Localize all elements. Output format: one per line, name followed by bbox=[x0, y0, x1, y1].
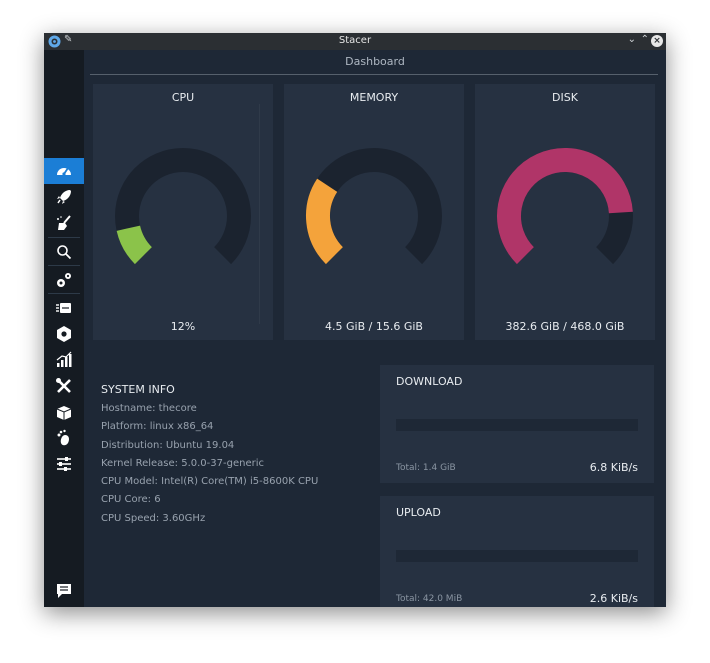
download-speed: 6.8 KiB/s bbox=[589, 461, 638, 474]
title-divider bbox=[90, 74, 658, 75]
sidebar-item-processes[interactable] bbox=[44, 295, 84, 321]
sidebar-item-startup-apps[interactable] bbox=[44, 184, 84, 210]
cpu-model-text: CPU Model: Intel(R) Core(TM) i5-8600K CP… bbox=[101, 476, 319, 488]
package-icon bbox=[57, 326, 71, 342]
upload-card: UPLOAD Total: 42.0 MiB 2.6 KiB/s bbox=[380, 496, 654, 607]
upload-title: UPLOAD bbox=[396, 506, 441, 519]
upload-speed: 2.6 KiB/s bbox=[589, 592, 638, 605]
speedometer-icon bbox=[57, 167, 71, 176]
sidebar-item-helpers[interactable] bbox=[44, 373, 84, 399]
processes-icon bbox=[56, 303, 71, 313]
cpu-card: CPU 12% bbox=[93, 84, 273, 340]
sidebar-separator bbox=[48, 265, 80, 266]
rocket-icon bbox=[57, 190, 71, 204]
minimize-icon[interactable]: ⌄ bbox=[628, 34, 636, 45]
title-bar[interactable]: ✎ Stacer ⌄ ⌃ × bbox=[44, 33, 666, 50]
sidebar bbox=[44, 50, 84, 607]
disk-card: DISK 382.6 GiB / 468.0 GiB bbox=[475, 84, 655, 340]
disk-value: 382.6 GiB / 468.0 GiB bbox=[505, 320, 625, 333]
feedback-icon bbox=[57, 584, 71, 598]
sidebar-item-search[interactable] bbox=[44, 239, 84, 265]
cpu-title: CPU bbox=[171, 91, 195, 104]
box-icon bbox=[56, 406, 72, 420]
upload-chart bbox=[396, 550, 638, 562]
sidebar-item-system-cleaner[interactable] bbox=[44, 210, 84, 236]
sidebar-item-gnome-settings[interactable] bbox=[44, 425, 84, 451]
system-info: SYSTEM INFO Hostname: thecore Platform: … bbox=[101, 383, 318, 528]
cpu-value: 12% bbox=[170, 320, 196, 333]
sidebar-separator bbox=[48, 293, 80, 294]
sidebar-item-settings[interactable] bbox=[44, 451, 84, 477]
sidebar-item-apt-repository[interactable] bbox=[44, 399, 84, 425]
app-window: ✎ Stacer ⌄ ⌃ × Dashboard CPU 12% MEMORY … bbox=[44, 33, 666, 607]
cpu-speed-text: CPU Speed: 3.60GHz bbox=[101, 512, 206, 524]
tools-icon bbox=[56, 378, 71, 393]
window-title: Stacer bbox=[338, 35, 372, 46]
close-icon[interactable]: × bbox=[651, 35, 663, 47]
cpu-core-text: CPU Core: 6 bbox=[101, 494, 161, 506]
memory-title: MEMORY bbox=[349, 91, 399, 104]
platform-text: Platform: linux x86_64 bbox=[101, 421, 214, 433]
download-total: Total: 1.4 GiB bbox=[396, 463, 456, 473]
download-title: DOWNLOAD bbox=[396, 375, 463, 388]
sidebar-item-resources[interactable] bbox=[44, 347, 84, 373]
page-title: Dashboard bbox=[345, 55, 405, 68]
disk-gauge bbox=[497, 148, 633, 265]
gears-icon bbox=[57, 273, 71, 287]
download-chart bbox=[396, 419, 638, 431]
search-icon bbox=[57, 245, 72, 260]
chart-icon bbox=[56, 351, 72, 367]
sidebar-item-dashboard[interactable] bbox=[44, 158, 84, 184]
sidebar-item-services[interactable] bbox=[44, 267, 84, 293]
upload-total: Total: 42.0 MiB bbox=[396, 594, 463, 604]
dashboard-content: Dashboard CPU 12% MEMORY 4.5 GiB / 15.6 … bbox=[84, 50, 666, 607]
distribution-text: Distribution: Ubuntu 19.04 bbox=[101, 439, 235, 451]
sidebar-separator bbox=[48, 237, 80, 238]
cpu-scrollbar[interactable] bbox=[259, 104, 260, 324]
disk-title: DISK bbox=[552, 91, 578, 104]
memory-value: 4.5 GiB / 15.6 GiB bbox=[325, 320, 423, 333]
download-card: DOWNLOAD Total: 1.4 GiB 6.8 KiB/s bbox=[380, 365, 654, 483]
memory-card: MEMORY 4.5 GiB / 15.6 GiB bbox=[284, 84, 464, 340]
gnome-foot-icon bbox=[57, 429, 69, 446]
sliders-icon bbox=[57, 457, 71, 471]
cpu-gauge bbox=[115, 148, 251, 265]
gauge-fill bbox=[306, 178, 344, 265]
maximize-icon[interactable]: ⌃ bbox=[641, 34, 649, 45]
memory-gauge bbox=[306, 148, 442, 265]
feedback-button[interactable] bbox=[44, 578, 84, 604]
system-info-title: SYSTEM INFO bbox=[101, 383, 175, 396]
sidebar-item-uninstaller[interactable] bbox=[44, 321, 84, 347]
kernel-release-text: Kernel Release: 5.0.0-37-generic bbox=[101, 457, 264, 469]
hostname-text: Hostname: thecore bbox=[101, 403, 197, 414]
broom-icon bbox=[57, 215, 71, 230]
gauge-fill bbox=[116, 225, 153, 265]
